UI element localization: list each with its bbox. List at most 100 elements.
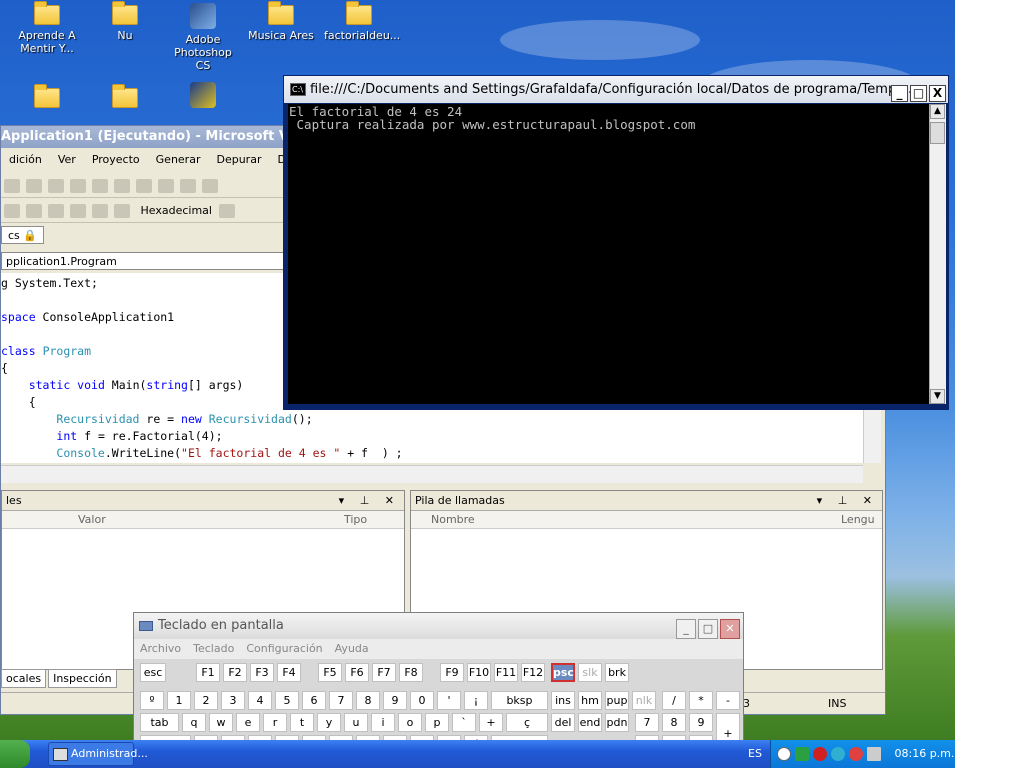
- key-row1-2[interactable]: F2: [223, 663, 247, 682]
- cut-icon[interactable]: [70, 179, 86, 193]
- console-output[interactable]: El factorial de 4 es 24 Captura realizad…: [288, 104, 929, 404]
- desktop-icon-photoshop[interactable]: Adobe Photoshop CS: [168, 3, 238, 72]
- step-out-icon[interactable]: [114, 204, 130, 218]
- menu-teclado[interactable]: Teclado: [193, 642, 234, 655]
- menu-configuracion[interactable]: Configuración: [246, 642, 322, 655]
- key-row3-10[interactable]: p: [425, 713, 449, 732]
- column-valor[interactable]: Valor: [78, 513, 106, 526]
- key-row3-19[interactable]: 9: [689, 713, 713, 732]
- copy-icon[interactable]: [92, 179, 108, 193]
- update-icon[interactable]: [849, 747, 863, 761]
- key-row2-10[interactable]: 0: [410, 691, 434, 710]
- column-lenguaje[interactable]: Lengu: [841, 513, 875, 526]
- key-row1-11[interactable]: F11: [494, 663, 518, 682]
- key-row2-17[interactable]: nlk: [632, 691, 656, 710]
- key-row2-13[interactable]: bksp: [491, 691, 548, 710]
- menu-ver[interactable]: Ver: [50, 150, 84, 169]
- network-icon[interactable]: [795, 747, 809, 761]
- close-button[interactable]: X: [929, 85, 946, 102]
- key-row1-7[interactable]: F7: [372, 663, 396, 682]
- column-nombre[interactable]: Nombre: [431, 513, 475, 526]
- key-row2-4[interactable]: 4: [248, 691, 272, 710]
- key-row2-19[interactable]: *: [689, 691, 713, 710]
- code-horizontal-scrollbar[interactable]: [1, 465, 863, 483]
- undo-icon[interactable]: [136, 179, 152, 193]
- hexadecimal-toggle[interactable]: Hexadecimal: [137, 204, 216, 217]
- key-row2-16[interactable]: pup: [605, 691, 629, 710]
- step-into-icon[interactable]: [70, 204, 86, 218]
- language-indicator[interactable]: ES: [748, 740, 762, 768]
- key-row2-0[interactable]: º: [140, 691, 164, 710]
- antivirus-icon[interactable]: [831, 747, 845, 761]
- key-row1-8[interactable]: F8: [399, 663, 423, 682]
- key-row3-13[interactable]: ç: [506, 713, 548, 732]
- key-row1-3[interactable]: F3: [250, 663, 274, 682]
- console-title-bar[interactable]: C:\ file:///C:/Documents and Settings/Gr…: [284, 76, 948, 103]
- desktop-icon-folder[interactable]: [12, 84, 82, 112]
- key-row3-3[interactable]: e: [236, 713, 260, 732]
- scroll-down-icon[interactable]: ▼: [930, 389, 945, 404]
- minimize-button[interactable]: _: [891, 85, 908, 102]
- key-row3-1[interactable]: q: [182, 713, 206, 732]
- desktop-icon-factorial[interactable]: factorialdeu...: [324, 1, 400, 42]
- start-button[interactable]: [0, 740, 30, 768]
- key-row3-14[interactable]: del: [551, 713, 575, 732]
- key-row3-15[interactable]: end: [578, 713, 602, 732]
- breakpoints-icon[interactable]: [218, 204, 235, 218]
- key-row3-0[interactable]: tab: [140, 713, 179, 732]
- find-icon[interactable]: [202, 179, 218, 193]
- key-row3-2[interactable]: w: [209, 713, 233, 732]
- menu-depurar[interactable]: Depurar: [208, 150, 269, 169]
- scroll-up-icon[interactable]: ▲: [930, 104, 945, 119]
- clock[interactable]: 08:16 p.m.: [895, 747, 955, 760]
- key-row3-4[interactable]: r: [263, 713, 287, 732]
- taskbar-item-administrador[interactable]: Administrad...: [48, 742, 148, 766]
- key-row1-5[interactable]: F5: [318, 663, 342, 682]
- key-row1-13[interactable]: psc: [551, 663, 575, 682]
- tab-locales[interactable]: ocales: [1, 669, 47, 688]
- osk-title-bar[interactable]: Teclado en pantalla _ □ ✕: [134, 613, 743, 639]
- key-row1-15[interactable]: brk: [605, 663, 629, 682]
- key-row2-1[interactable]: 1: [167, 691, 191, 710]
- key-row2-14[interactable]: ins: [551, 691, 575, 710]
- key-row3-17[interactable]: 7: [635, 713, 659, 732]
- panel-controls-icon[interactable]: ▾ ⊥ ✕: [817, 494, 878, 507]
- desktop-icon-musica-ares[interactable]: Musica Ares: [246, 1, 316, 42]
- save-icon[interactable]: [26, 179, 42, 193]
- key-row3-7[interactable]: u: [344, 713, 368, 732]
- key-row3-18[interactable]: 8: [662, 713, 686, 732]
- key-row2-6[interactable]: 6: [302, 691, 326, 710]
- desktop-icon-nu[interactable]: Nu: [90, 1, 160, 42]
- key-row2-3[interactable]: 3: [221, 691, 245, 710]
- key-row3-16[interactable]: pdn: [605, 713, 629, 732]
- key-row2-2[interactable]: 2: [194, 691, 218, 710]
- key-row1-10[interactable]: F10: [467, 663, 491, 682]
- save-all-icon[interactable]: [48, 179, 64, 193]
- key-row2-8[interactable]: 8: [356, 691, 380, 710]
- menu-generar[interactable]: Generar: [148, 150, 209, 169]
- paste-icon[interactable]: [114, 179, 130, 193]
- scroll-thumb[interactable]: [930, 122, 945, 144]
- key-row3-12[interactable]: +: [479, 713, 503, 732]
- minimize-button[interactable]: _: [676, 619, 696, 639]
- column-tipo[interactable]: Tipo: [344, 513, 367, 526]
- panel-controls-icon[interactable]: ▾ ⊥ ✕: [339, 494, 400, 507]
- key-row1-14[interactable]: slk: [578, 663, 602, 682]
- key-row1-1[interactable]: F1: [196, 663, 220, 682]
- key-row3-6[interactable]: y: [317, 713, 341, 732]
- step-icon[interactable]: [48, 204, 64, 218]
- menu-edicion[interactable]: dición: [1, 150, 50, 169]
- key-row3-9[interactable]: o: [398, 713, 422, 732]
- restart-icon[interactable]: [26, 204, 42, 218]
- key-row1-9[interactable]: F9: [440, 663, 464, 682]
- monitor-icon[interactable]: [867, 747, 881, 761]
- key-row1-6[interactable]: F6: [345, 663, 369, 682]
- key-row2-5[interactable]: 5: [275, 691, 299, 710]
- step-over-icon[interactable]: [92, 204, 108, 218]
- console-scrollbar[interactable]: ▲ ▼: [929, 104, 946, 404]
- maximize-button[interactable]: □: [910, 85, 927, 102]
- key-row3-8[interactable]: i: [371, 713, 395, 732]
- key-row2-11[interactable]: ': [437, 691, 461, 710]
- key-row2-12[interactable]: ¡: [464, 691, 488, 710]
- desktop-icon-app[interactable]: [168, 82, 238, 112]
